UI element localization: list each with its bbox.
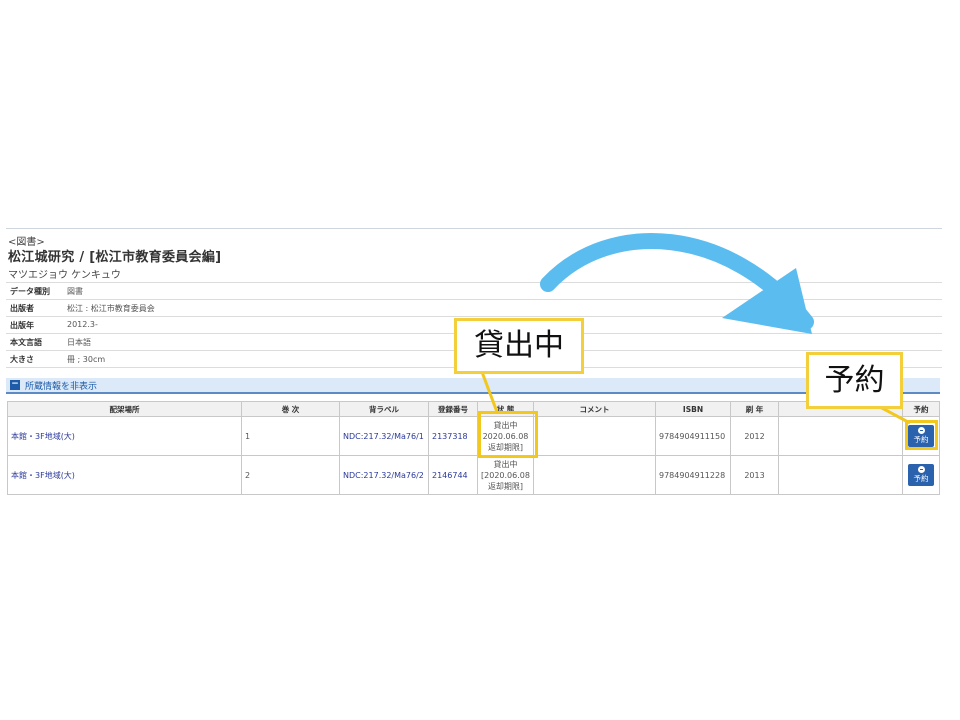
status-cell: 貸出中 [2020.06.08 返却期限]	[477, 455, 534, 495]
col-header: 巻 次	[241, 401, 340, 417]
location-link[interactable]: 本館・3F地域(大)	[11, 471, 75, 480]
holdings-table: 配架場所 巻 次 背ラベル 登録番号 状 態 コメント ISBN 刷 年 予約 …	[7, 401, 940, 495]
info-value: 図書	[67, 287, 83, 296]
collapse-icon[interactable]: −	[10, 380, 20, 390]
isbn-cell: 9784904911228	[655, 455, 731, 495]
year-cell: 2012	[730, 416, 779, 456]
reg-no-link[interactable]: 2146744	[432, 471, 468, 480]
col-header: 登録番号	[428, 401, 478, 417]
info-key: データ種別	[10, 287, 50, 296]
status-text: 貸出中	[493, 459, 518, 469]
due-label: 返却期限]	[487, 481, 524, 491]
col-header: コメント	[533, 401, 656, 417]
comment-cell	[533, 455, 656, 495]
reserve-button[interactable]: 予約	[908, 464, 934, 486]
info-value: 日本語	[67, 338, 91, 347]
status-highlight	[478, 411, 538, 458]
year-cell: 2013	[730, 455, 779, 495]
status-callout: 貸出中	[454, 318, 584, 374]
info-key: 出版者	[10, 304, 34, 313]
info-key: 本文言語	[10, 338, 42, 347]
reserve-callout: 予約	[806, 352, 903, 409]
table-row: 本館・3F地域(大) 2 NDC:217.32/Ma76/2 2146744 貸…	[7, 455, 940, 495]
due-date: [2020.06.08	[481, 470, 530, 480]
extra-cell	[778, 455, 903, 495]
info-row-data-type: データ種別 図書	[6, 282, 942, 299]
col-header: 背ラベル	[339, 401, 429, 417]
col-header: 予約	[902, 401, 940, 417]
call-number-link[interactable]: NDC:217.32/Ma76/1	[343, 432, 424, 441]
extra-cell	[778, 416, 903, 456]
info-key: 出版年	[10, 321, 34, 330]
record-title[interactable]: 松江城研究 / [松江市教育委員会編]	[8, 246, 221, 265]
reg-no-link[interactable]: 2137318	[432, 432, 468, 441]
table-header-row: 配架場所 巻 次 背ラベル 登録番号 状 態 コメント ISBN 刷 年 予約	[7, 401, 940, 417]
volume-cell: 1	[241, 416, 340, 456]
isbn-cell: 9784904911150	[655, 416, 731, 456]
holdings-toggle-label[interactable]: 所蔵情報を非表示	[25, 379, 97, 392]
holdings-toggle-bar[interactable]: − 所蔵情報を非表示	[6, 378, 940, 394]
comment-cell	[533, 416, 656, 456]
location-link[interactable]: 本館・3F地域(大)	[11, 432, 75, 441]
screenshot-page: <図書> 松江城研究 / [松江市教育委員会編] マツエジョウ ケンキュウ デー…	[0, 0, 960, 720]
info-value: 松江 : 松江市教育委員会	[67, 304, 155, 313]
record-title-kana: マツエジョウ ケンキュウ	[8, 270, 121, 281]
reserve-button-label: 予約	[913, 474, 929, 483]
call-number-link[interactable]: NDC:217.32/Ma76/2	[343, 471, 424, 480]
col-header: 刷 年	[730, 401, 779, 417]
info-value: 冊 ; 30cm	[67, 355, 106, 364]
col-header: 配架場所	[7, 401, 242, 417]
reserve-icon	[917, 466, 925, 473]
info-row-publisher: 出版者 松江 : 松江市教育委員会	[6, 299, 942, 316]
info-value: 2012.3-	[67, 320, 98, 329]
info-key: 大きさ	[10, 355, 34, 364]
reserve-highlight	[905, 420, 938, 450]
volume-cell: 2	[241, 455, 340, 495]
col-header: ISBN	[655, 401, 731, 417]
table-row: 本館・3F地域(大) 1 NDC:217.32/Ma76/1 2137318 貸…	[7, 416, 940, 456]
top-divider	[6, 228, 942, 229]
